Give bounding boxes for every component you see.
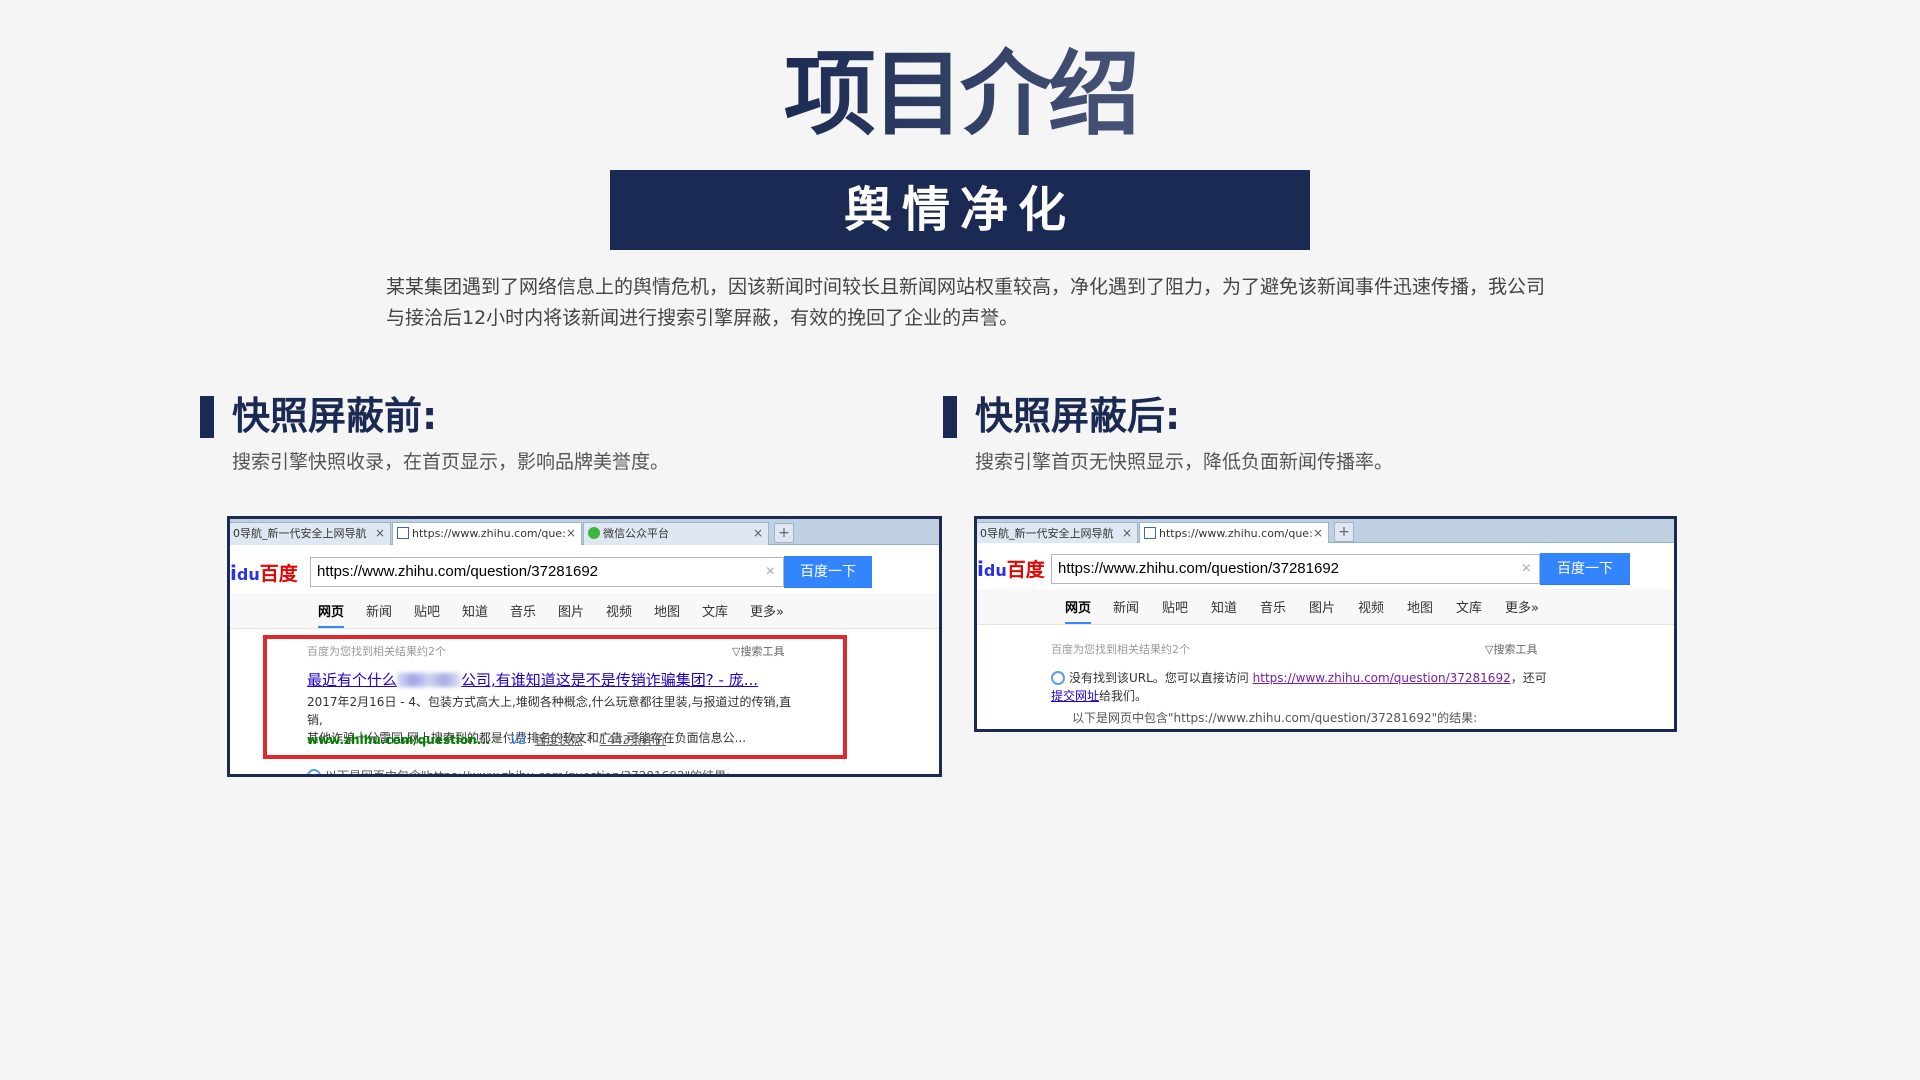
result-cut-line: 以下是网页中包含"https://www.zhihu.com/question/… (1072, 711, 1478, 725)
section-title-after: 快照屏蔽后: (975, 394, 1181, 438)
logo-text: 百度 (259, 563, 298, 585)
screenshot-before: 0导航_新一代安全上网导航 × https://www.zhihu.com/qu… (227, 516, 942, 777)
browser-tab[interactable]: 0导航_新一代安全上网导航 × (977, 522, 1138, 543)
nav-item-tieba[interactable]: 贴吧 (1162, 597, 1188, 616)
search-button[interactable]: 百度一下 (784, 556, 872, 588)
paw-icon: i (977, 557, 984, 581)
paw-icon: du (236, 565, 260, 584)
subtitle-banner: 舆情净化 (610, 170, 1310, 250)
close-icon[interactable]: × (375, 523, 385, 544)
nav-item-music[interactable]: 音乐 (1260, 597, 1286, 616)
nav-item-map[interactable]: 地图 (654, 601, 680, 620)
close-icon[interactable]: × (1122, 523, 1132, 543)
notfound-text: 给我们。 (1099, 689, 1148, 703)
new-tab-icon[interactable]: + (1334, 522, 1354, 542)
wechat-icon (588, 527, 600, 539)
nav-item-more[interactable]: 更多» (750, 601, 784, 620)
nav-item-more[interactable]: 更多» (1505, 597, 1539, 616)
search-nav: 网页 新闻 贴吧 知道 音乐 图片 视频 地图 文库 更多» (230, 593, 939, 629)
tab-label: https://www.zhihu.com/que: (412, 527, 566, 540)
section-marker-before (200, 396, 214, 438)
section-title-before: 快照屏蔽前: (232, 394, 438, 438)
browser-tab[interactable]: 0导航_新一代安全上网导航 × (230, 522, 391, 545)
paw-icon (1144, 527, 1156, 539)
result-cut-line: 以下是网页中包含"https://www.zhihu.com/question/… (307, 767, 731, 777)
submit-url-link[interactable]: 提交网址 (1051, 689, 1099, 703)
close-icon[interactable]: × (753, 523, 763, 544)
highlight-box (263, 635, 847, 759)
page-title: 项目介绍 (0, 40, 1920, 150)
search-button[interactable]: 百度一下 (1540, 553, 1630, 585)
cut-line-text: 以下是网页中包含"https://www.zhihu.com/question/… (325, 769, 731, 777)
notfound-text: 没有找到该URL。您可以直接访问 (1069, 671, 1249, 685)
clear-icon[interactable]: × (1522, 555, 1531, 583)
nav-item-zhidao[interactable]: 知道 (462, 601, 488, 620)
logo-text: 百度 (1006, 559, 1045, 581)
paw-icon (397, 527, 409, 539)
tab-label: 0导航_新一代安全上网导航 (233, 527, 367, 540)
search-input[interactable]: https://www.zhihu.com/question/37281692 … (310, 557, 784, 587)
info-icon (307, 769, 321, 774)
search-input[interactable]: https://www.zhihu.com/question/37281692 … (1051, 554, 1540, 584)
browser-tabbar: 0导航_新一代安全上网导航 × https://www.zhihu.com/qu… (977, 519, 1674, 543)
search-tools-label: 搜索工具 (1493, 643, 1538, 656)
browser-tab-active[interactable]: https://www.zhihu.com/que: × (1139, 522, 1329, 543)
nav-item-tieba[interactable]: 贴吧 (414, 601, 440, 620)
nav-item-images[interactable]: 图片 (1309, 597, 1335, 616)
search-input-value: https://www.zhihu.com/question/37281692 (317, 563, 599, 580)
nav-item-zhidao[interactable]: 知道 (1211, 597, 1237, 616)
clear-icon[interactable]: × (766, 558, 775, 586)
nav-item-video[interactable]: 视频 (1358, 597, 1384, 616)
close-icon[interactable]: × (566, 523, 576, 544)
search-tools-link[interactable]: ▽搜索工具 (1485, 641, 1537, 657)
baidu-logo[interactable]: idu百度 (230, 559, 298, 586)
baidu-logo[interactable]: idu百度 (977, 555, 1045, 582)
section-marker-after (943, 396, 957, 438)
nav-item-music[interactable]: 音乐 (510, 601, 536, 620)
nav-item-wenku[interactable]: 文库 (702, 601, 728, 620)
result-count: 百度为您找到相关结果约2个 (1051, 643, 1190, 656)
new-tab-icon[interactable]: + (774, 523, 794, 543)
tab-label: https://www.zhihu.com/que: (1159, 527, 1313, 540)
direct-visit-link[interactable]: https://www.zhihu.com/question/37281692 (1253, 671, 1511, 685)
nav-item-news[interactable]: 新闻 (1113, 597, 1139, 616)
nav-item-map[interactable]: 地图 (1407, 597, 1433, 616)
screenshot-after: 0导航_新一代安全上网导航 × https://www.zhihu.com/qu… (974, 516, 1677, 732)
intro-paragraph: 某某集团遇到了网络信息上的舆情危机，因该新闻时间较长且新闻网站权重较高，净化遇到… (386, 276, 1546, 329)
search-input-value: https://www.zhihu.com/question/37281692 (1058, 560, 1340, 577)
nav-item-images[interactable]: 图片 (558, 601, 584, 620)
section-desc-after: 搜索引擎首页无快照显示，降低负面新闻传播率。 (975, 451, 1394, 473)
browser-tabbar: 0导航_新一代安全上网导航 × https://www.zhihu.com/qu… (230, 519, 939, 545)
info-icon (1051, 671, 1065, 685)
close-icon[interactable]: × (1313, 523, 1323, 543)
paw-icon: du (983, 561, 1007, 580)
notfound-text: ，还可 (1510, 671, 1547, 685)
tab-label: 微信公众平台 (603, 527, 669, 540)
notfound-notice: 没有找到该URL。您可以直接访问 https://www.zhihu.com/q… (1051, 669, 1551, 705)
nav-item-web[interactable]: 网页 (1065, 597, 1092, 624)
section-desc-before: 搜索引擎快照收录，在首页显示，影响品牌美誉度。 (232, 451, 670, 473)
nav-item-web[interactable]: 网页 (318, 601, 345, 628)
tab-label: 0导航_新一代安全上网导航 (980, 527, 1114, 540)
search-nav: 网页 新闻 贴吧 知道 音乐 图片 视频 地图 文库 更多» (977, 589, 1674, 625)
browser-tab[interactable]: 微信公众平台 × (583, 522, 769, 545)
nav-item-video[interactable]: 视频 (606, 601, 632, 620)
nav-item-wenku[interactable]: 文库 (1456, 597, 1482, 616)
nav-item-news[interactable]: 新闻 (366, 601, 392, 620)
paw-icon: i (230, 561, 237, 585)
browser-tab-active[interactable]: https://www.zhihu.com/que: × (392, 522, 582, 545)
